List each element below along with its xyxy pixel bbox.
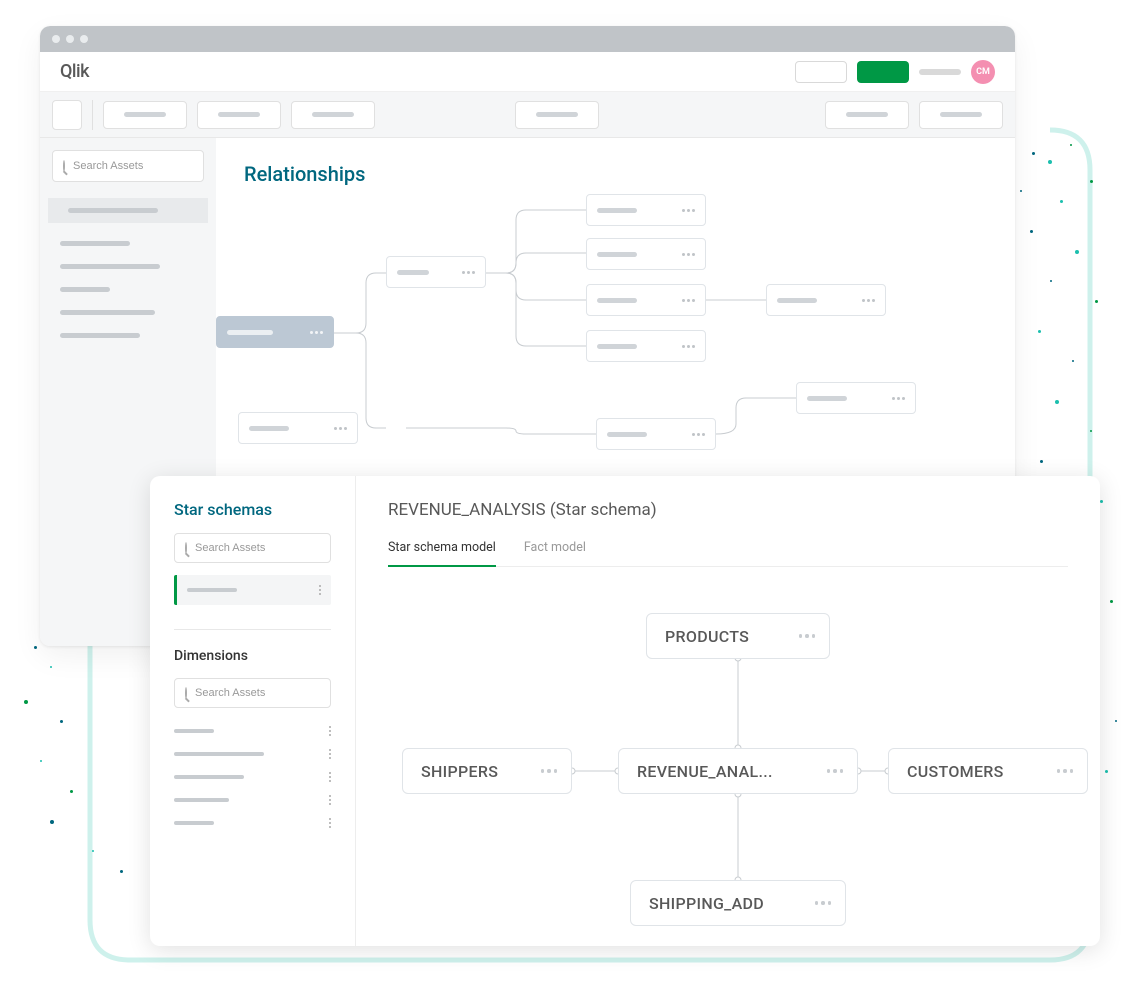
dimension-item[interactable] [174,818,331,828]
relationship-node[interactable] [596,418,716,450]
relationship-node[interactable] [586,330,706,362]
tab-star-schema-model[interactable]: Star schema model [388,540,496,567]
app-header: Qlik CM [40,52,1015,92]
more-vertical-icon[interactable] [329,772,331,782]
node-label: REVENUE_ANAL... [637,762,773,781]
divider [174,629,331,630]
schema-node-shippers[interactable]: SHIPPERS [402,748,572,794]
more-icon[interactable] [892,397,905,400]
modal-sidebar: Star schemas Dimensions [150,476,356,946]
window-control-dot [66,35,74,43]
toolbar-button[interactable] [515,101,599,129]
search-input[interactable] [195,687,337,699]
more-vertical-icon[interactable] [329,726,331,736]
more-icon[interactable] [815,901,832,905]
window-control-dot [80,35,88,43]
more-icon[interactable] [1057,769,1074,773]
sidebar-item[interactable] [60,287,110,292]
relationship-node[interactable] [386,256,486,288]
tab-fact-model[interactable]: Fact model [524,540,586,566]
logo: Qlik [60,61,89,82]
more-vertical-icon[interactable] [329,795,331,805]
section-title: Relationships [244,162,987,186]
search-input[interactable] [195,542,337,554]
schema-node-shipping[interactable]: SHIPPING_ADD [630,880,846,926]
more-icon[interactable] [862,299,875,302]
relationship-node[interactable] [766,284,886,316]
more-icon[interactable] [682,253,695,256]
sidebar-item[interactable] [48,198,208,223]
modal-content: REVENUE_ANALYSIS (Star schema) Star sche… [356,476,1100,946]
more-icon[interactable] [799,634,816,638]
schema-node-products[interactable]: PRODUCTS [646,613,830,659]
more-icon[interactable] [682,299,695,302]
more-icon[interactable] [334,427,347,430]
schema-node-revenue[interactable]: REVENUE_ANAL... [618,748,858,794]
schema-node-customers[interactable]: CUSTOMERS [888,748,1088,794]
sidebar-item[interactable] [60,310,155,315]
relationship-node[interactable] [238,412,358,444]
more-vertical-icon[interactable] [329,818,331,828]
node-label: PRODUCTS [665,627,749,646]
tabs: Star schema model Fact model [388,540,1068,567]
star-schemas-heading: Star schemas [174,500,331,519]
more-icon[interactable] [692,433,705,436]
more-vertical-icon[interactable] [319,585,321,595]
dimension-item[interactable] [174,726,331,736]
sidebar-item[interactable] [60,264,160,269]
search-icon [185,687,187,699]
sidebar-item[interactable] [60,241,130,246]
schema-list-item[interactable] [174,575,331,605]
node-label: SHIPPERS [421,762,498,781]
browser-chrome [40,26,1015,52]
search-input[interactable] [73,160,215,172]
search-icon [185,542,187,554]
relationship-node-root[interactable] [216,316,334,348]
dimension-item[interactable] [174,749,331,759]
relationship-node[interactable] [586,284,706,316]
sidebar-item[interactable] [60,333,140,338]
more-icon[interactable] [462,271,475,274]
toolbar-icon-button[interactable] [52,100,82,130]
relationship-node[interactable] [796,382,916,414]
node-label: CUSTOMERS [907,762,1004,781]
toolbar-button[interactable] [919,101,1003,129]
dimensions-heading: Dimensions [174,648,331,664]
more-vertical-icon[interactable] [329,749,331,759]
dimension-item[interactable] [174,795,331,805]
avatar[interactable]: CM [971,60,995,84]
toolbar-divider [92,100,93,130]
node-label: SHIPPING_ADD [649,894,764,913]
search-assets[interactable] [52,150,204,182]
more-icon[interactable] [827,769,844,773]
search-icon [63,160,65,172]
more-icon[interactable] [682,345,695,348]
header-button[interactable] [795,61,847,83]
relationship-node[interactable] [586,238,706,270]
dimension-item[interactable] [174,772,331,782]
star-schema-modal: Star schemas Dimensions REVENUE_ANALYSIS… [150,476,1100,946]
more-icon[interactable] [541,769,558,773]
star-schema-diagram: PRODUCTS SHIPPERS REVENUE_ANAL... CUSTOM… [388,577,1068,917]
header-skeleton [919,69,961,75]
window-control-dot [52,35,60,43]
search-star-schemas[interactable] [174,533,331,563]
more-icon[interactable] [682,209,695,212]
toolbar-button[interactable] [103,101,187,129]
toolbar-button[interactable] [197,101,281,129]
toolbar-button[interactable] [825,101,909,129]
header-primary-button[interactable] [857,61,909,83]
more-icon[interactable] [310,331,323,334]
modal-title: REVENUE_ANALYSIS (Star schema) [388,500,1068,520]
toolbar [40,92,1015,138]
search-dimensions[interactable] [174,678,331,708]
toolbar-button[interactable] [291,101,375,129]
relationship-node[interactable] [586,194,706,226]
